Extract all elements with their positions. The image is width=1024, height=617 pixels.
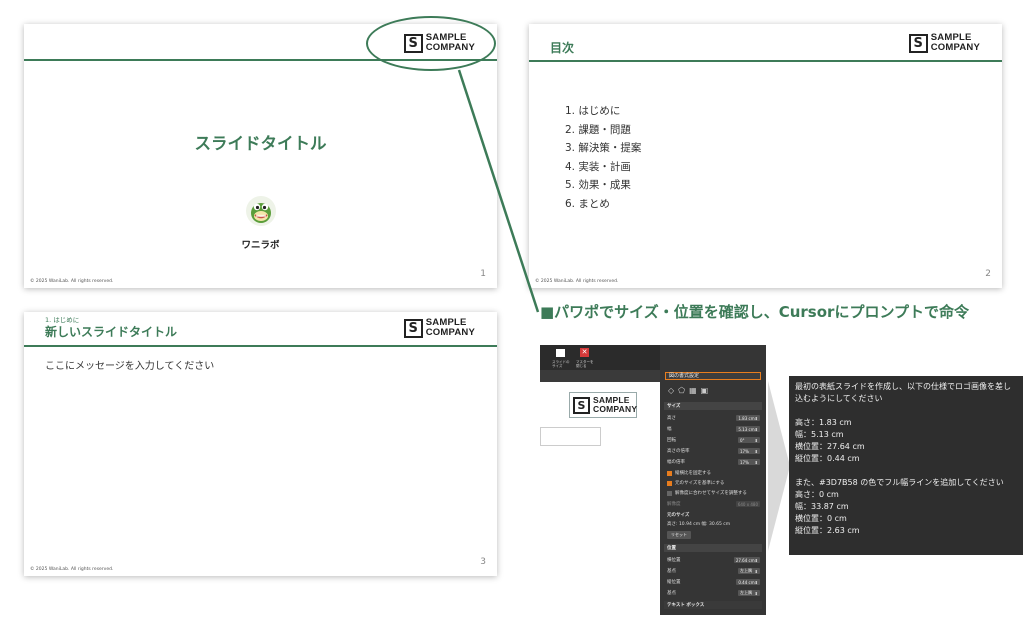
scale-width-label: 幅の倍率 [667,460,685,465]
resolution-label: 解像度 [667,502,681,507]
arrow-shape [768,381,790,551]
width-label: 幅 [667,427,672,432]
logo-mark: S [573,396,590,414]
scale-width-input[interactable]: 17% ⬍ [738,459,760,465]
company-logo: S SAMPLE COMPANY [573,396,637,414]
slide-size-button[interactable]: スライドのサイズ [552,360,570,368]
vpos-input[interactable]: 0.44 cm ⬍ [736,579,760,585]
selected-logo-frame[interactable]: S SAMPLE COMPANY [569,392,637,418]
textbox-placeholder[interactable] [540,427,601,446]
textbox-section-header[interactable]: テキスト ボックス [664,601,762,609]
original-size-value: 高さ: 10.94 cm 幅: 30.65 cm [667,522,731,527]
resolution-select[interactable]: 640 x 480 [735,501,760,507]
vfrom-select[interactable]: 左上隅 ⬍ [738,590,760,596]
pane-tab-icons[interactable]: ◇⬠▦▣ [668,386,712,395]
ruler [540,370,660,382]
vfrom-label: 基点 [667,591,676,596]
reset-button[interactable]: リセット [667,531,691,539]
cursor-prompt-box: 最初の表紙スライドを作成し、以下の仕様でロゴ画像を差し込むようにしてください 高… [789,376,1023,555]
hfrom-select[interactable]: 左上隅 ⬍ [738,568,760,574]
hpos-input[interactable]: 27.64 cm ⬍ [733,557,760,563]
scale-height-label: 高さの倍率 [667,449,690,454]
relative-original-checkbox[interactable]: 元のサイズを基準にする [667,479,760,487]
format-picture-pane: 図の書式設定 ◇⬠▦▣ サイズ 高さ 1.83 cm ⬍ 幅 5.13 cm ⬍ 回転 0… [660,345,766,615]
logo-line2: COMPANY [593,404,638,414]
lock-aspect-checkbox[interactable]: 縦横比を固定する [667,469,760,477]
close-master-icon[interactable]: ✕ [580,348,589,357]
best-scale-checkbox[interactable]: 解像度に合わせてサイズを調整する [667,489,760,497]
section-heading: ■パワポでサイズ・位置を確認し、Cursorにプロンプトで命令 [540,303,969,321]
slide-size-icon[interactable] [556,349,565,357]
height-label: 高さ [667,416,676,421]
position-section-header[interactable]: 位置 [664,544,762,552]
vpos-label: 縦位置 [667,580,681,585]
width-input[interactable]: 5.13 cm ⬍ [736,426,760,432]
hpos-label: 横位置 [667,558,681,563]
close-master-button[interactable]: マスターを閉じる [576,360,594,368]
scale-height-input[interactable]: 17% ⬍ [738,448,760,454]
rotation-label: 回転 [667,438,676,443]
pane-title: 図の書式設定 [665,372,761,380]
hfrom-label: 基点 [667,569,676,574]
height-input[interactable]: 1.83 cm ⬍ [736,415,760,421]
rotation-input[interactable]: 0° ⬍ [738,437,760,443]
size-section-header[interactable]: サイズ [664,402,762,410]
original-size-label: 元のサイズ [667,513,690,518]
ppt-canvas: S SAMPLE COMPANY [540,382,660,462]
